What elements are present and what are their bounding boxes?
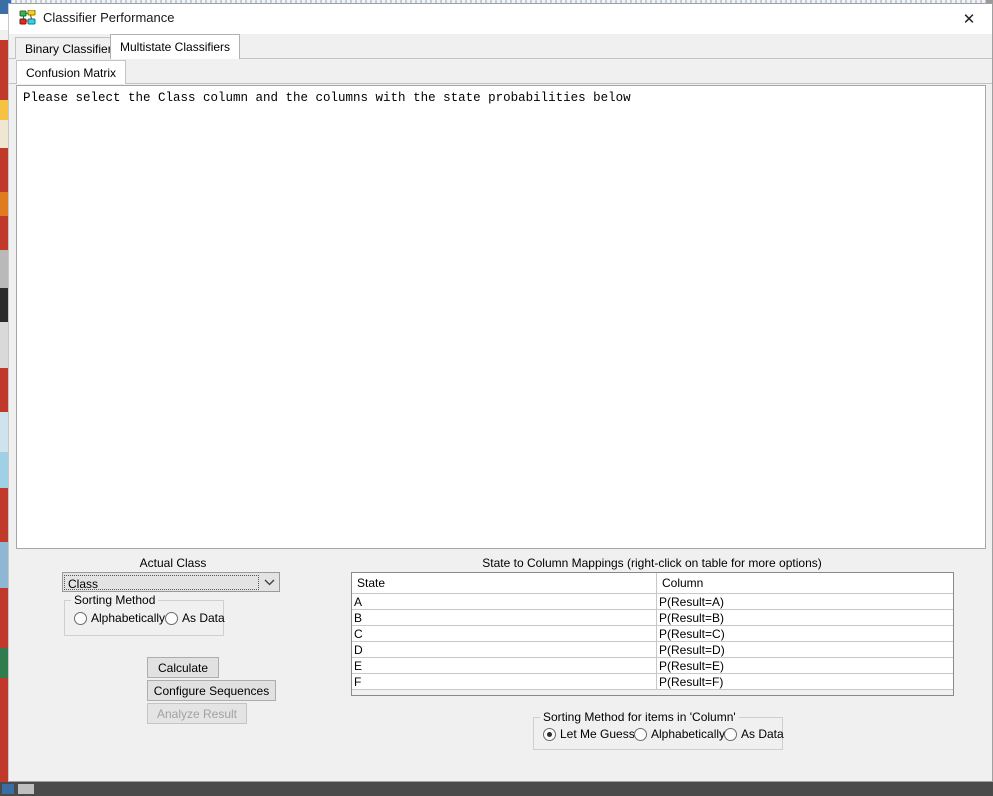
cell-column[interactable]: P(Result=A): [656, 593, 953, 610]
cell-column[interactable]: P(Result=D): [656, 641, 953, 658]
bottom-controls-panel: Actual Class Class Sorting Method Alphab…: [16, 553, 986, 775]
cell-state[interactable]: F: [352, 673, 657, 690]
cell-state[interactable]: C: [352, 625, 657, 642]
radio-column-as-data[interactable]: As Data: [724, 727, 784, 741]
taskbar[interactable]: [0, 782, 993, 796]
table-row[interactable]: D P(Result=D): [352, 641, 953, 658]
group-legend: Sorting Method for items in 'Column': [540, 710, 739, 724]
radio-column-let-me-guess[interactable]: Let Me Guess: [543, 727, 635, 741]
window-title: Classifier Performance: [43, 10, 175, 25]
group-legend: Sorting Method: [71, 593, 159, 607]
radio-dot: [724, 727, 737, 741]
actual-class-selected-value: Class: [64, 574, 259, 590]
table-row[interactable]: B P(Result=B): [352, 609, 953, 626]
column-sorting-method-group: Sorting Method for items in 'Column' Let…: [533, 710, 784, 750]
cell-state[interactable]: B: [352, 609, 657, 626]
radio-dot: [634, 727, 647, 741]
taskbar-item[interactable]: [2, 784, 14, 794]
mapping-grid: State Column A P(Result=A) B P(Result=B)…: [352, 573, 953, 690]
radio-dot: [543, 727, 556, 741]
actual-class-combobox[interactable]: Class: [62, 572, 280, 592]
mapping-grid-head: State Column: [352, 573, 953, 594]
configure-sequences-button[interactable]: Configure Sequences: [147, 680, 276, 701]
cell-state[interactable]: E: [352, 657, 657, 674]
tab-label: Binary Classifiers: [25, 41, 118, 56]
table-header-row: State Column: [352, 573, 953, 594]
radio-label: Alphabetically: [651, 727, 726, 741]
title-bar[interactable]: Classifier Performance ✕: [9, 4, 992, 34]
analyze-result-button[interactable]: Analyze Result: [147, 703, 247, 724]
mapping-grid-body: A P(Result=A) B P(Result=B) C P(Result=C…: [352, 593, 953, 690]
radio-column-alphabetically[interactable]: Alphabetically: [634, 727, 725, 741]
radio-label: Let Me Guess: [560, 727, 635, 741]
column-header-state[interactable]: State: [352, 573, 657, 594]
table-row[interactable]: C P(Result=C): [352, 625, 953, 642]
taskbar-item[interactable]: [18, 784, 34, 794]
radio-actual-alphabetically[interactable]: Alphabetically: [74, 611, 165, 625]
radio-dot: [74, 611, 87, 625]
table-row[interactable]: A P(Result=A): [352, 593, 953, 610]
subtab-confusion-matrix[interactable]: Confusion Matrix: [16, 60, 127, 84]
sub-tab-strip-background: [9, 60, 992, 84]
cell-state[interactable]: D: [352, 641, 657, 658]
tab-multistate-classifiers[interactable]: Multistate Classifiers: [110, 34, 241, 59]
mapping-table-caption: State to Column Mappings (right-click on…: [482, 556, 822, 570]
cell-column[interactable]: P(Result=F): [656, 673, 953, 690]
table-row[interactable]: E P(Result=E): [352, 657, 953, 674]
main-tab-strip: Binary Classifiers Multistate Classifier…: [9, 34, 992, 59]
instruction-text: Please select the Class column and the c…: [23, 91, 631, 105]
cell-column[interactable]: P(Result=B): [656, 609, 953, 626]
network-nodes-icon: [19, 9, 37, 27]
actual-class-sorting-method-group: Sorting Method Alphabetically As Data: [64, 593, 225, 636]
cell-column[interactable]: P(Result=E): [656, 657, 953, 674]
state-to-column-mapping-table[interactable]: State Column A P(Result=A) B P(Result=B)…: [351, 572, 954, 696]
actual-class-caption: Actual Class: [139, 556, 207, 570]
radio-label: As Data: [182, 611, 225, 625]
tab-label: Multistate Classifiers: [120, 40, 231, 54]
radio-label: Alphabetically: [91, 611, 166, 625]
cell-state[interactable]: A: [352, 593, 657, 610]
radio-actual-as-data[interactable]: As Data: [165, 611, 225, 625]
cell-column[interactable]: P(Result=C): [656, 625, 953, 642]
radio-dot: [165, 611, 178, 625]
subtab-label: Confusion Matrix: [26, 65, 117, 80]
column-header-column[interactable]: Column: [656, 573, 953, 594]
calculate-button[interactable]: Calculate: [147, 657, 219, 678]
radio-label: As Data: [741, 727, 784, 741]
classifier-performance-window: Classifier Performance ✕ Binary Classifi…: [8, 3, 993, 782]
close-icon[interactable]: ✕: [946, 4, 992, 33]
table-row[interactable]: F P(Result=F): [352, 673, 953, 690]
message-panel[interactable]: Please select the Class column and the c…: [16, 85, 986, 549]
sub-tab-strip: Confusion Matrix: [9, 60, 992, 84]
chevron-down-icon[interactable]: [260, 573, 279, 591]
